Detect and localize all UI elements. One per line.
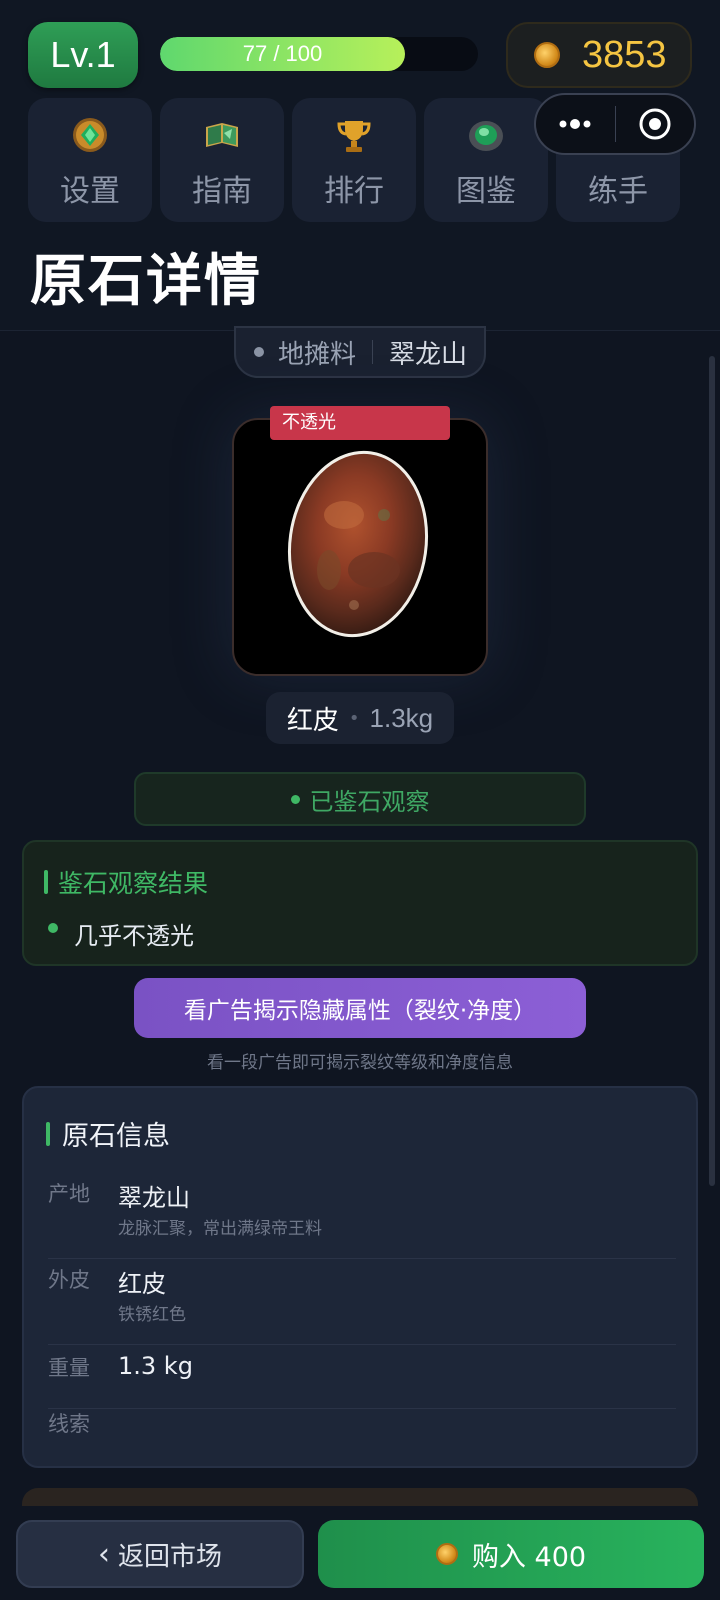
buy-button[interactable]: 购入 400	[318, 1520, 704, 1588]
buy-label: 购入 400	[471, 1541, 587, 1573]
nav-guide-label: 指南	[192, 174, 252, 209]
rough-stone-image	[287, 450, 429, 638]
nav-ranking-label: 排行	[324, 174, 384, 209]
nav-settings[interactable]: 设置	[28, 98, 152, 222]
coin-balance[interactable]: 3853	[506, 22, 692, 88]
ad-hint: 看一段广告即可揭示裂纹等级和净度信息	[207, 1053, 513, 1073]
row-divider	[48, 1258, 676, 1259]
more-dots-icon	[559, 119, 591, 129]
chip-dot-icon: •	[348, 707, 360, 729]
observed-label: 已鉴石观察	[309, 787, 430, 816]
origin-separator	[372, 340, 374, 364]
observation-result-card: 鉴石观察结果 几乎不透光	[22, 840, 698, 966]
trophy-icon	[333, 114, 375, 156]
status-dot-icon	[290, 794, 300, 804]
coin-icon	[534, 42, 560, 68]
more-menu-button[interactable]	[536, 95, 615, 153]
level-label: Lv.1	[50, 34, 116, 75]
info-row-weight: 重量 1.3 kg	[48, 1352, 676, 1416]
info-title: 原石信息	[62, 1121, 170, 1152]
target-close-icon	[639, 108, 671, 140]
info-desc: 铁锈红色	[118, 1305, 186, 1325]
skin-weight-chip: 红皮 • 1.3kg	[266, 692, 454, 744]
book-icon	[201, 114, 243, 156]
stone-category: 地摊料	[278, 339, 357, 370]
info-key: 产地	[48, 1182, 90, 1206]
opacity-tag: 不透光	[270, 406, 450, 440]
bullet-dot-icon	[48, 922, 58, 933]
title-accent-bar	[44, 870, 48, 894]
stone-info-card: 原石信息 产地 翠龙山 龙脉汇聚，常出满绿帝王料 外皮 红皮 铁锈红色 重量 1…	[22, 1086, 698, 1468]
info-value: 1.3 kg	[118, 1352, 193, 1380]
info-key: 外皮	[48, 1268, 90, 1292]
nav-ranking[interactable]: 排行	[292, 98, 416, 222]
info-desc: 龙脉汇聚，常出满绿帝王料	[118, 1219, 322, 1239]
jade-stone-icon	[465, 114, 507, 156]
back-label: 返回市场	[117, 1541, 222, 1572]
info-key: 线索	[48, 1412, 90, 1436]
observation-item: 几乎不透光	[74, 922, 194, 950]
origin-dot-icon	[254, 347, 264, 357]
stone-skin: 红皮	[286, 705, 339, 736]
origin-pill: 地摊料 翠龙山	[234, 326, 486, 378]
observation-title: 鉴石观察结果	[58, 869, 209, 898]
title-accent-bar	[46, 1121, 50, 1146]
watch-ad-label: 看广告揭示隐藏属性（裂纹·净度）	[183, 998, 537, 1024]
close-mini-program-button[interactable]	[616, 95, 695, 153]
coin-icon	[435, 1543, 458, 1565]
list-item: 几乎不透光	[48, 916, 194, 951]
info-value: 翠龙山	[118, 1184, 190, 1212]
nav-collection-label: 图鉴	[456, 174, 516, 209]
nav-guide[interactable]: 指南	[160, 98, 284, 222]
observation-title-row: 鉴石观察结果	[44, 864, 208, 900]
page-title: 原石详情	[30, 249, 262, 314]
mini-program-capsule	[534, 93, 696, 155]
gem-medallion-icon	[69, 114, 111, 156]
info-row-origin: 产地 翠龙山 龙脉汇聚，常出满绿帝王料	[48, 1178, 676, 1266]
info-row-clue: 线索	[48, 1408, 676, 1448]
nav-settings-label: 设置	[60, 174, 120, 209]
back-to-market-button[interactable]: ‹ 返回市场	[16, 1520, 304, 1588]
info-title-row: 原石信息	[46, 1114, 170, 1153]
info-row-skin: 外皮 红皮 铁锈红色	[48, 1264, 676, 1352]
stone-weight: 1.3kg	[369, 702, 434, 733]
watch-ad-button[interactable]: 看广告揭示隐藏属性（裂纹·净度）	[134, 978, 586, 1038]
nav-practice-label: 练手	[588, 174, 648, 209]
row-divider	[48, 1344, 676, 1345]
observed-status: 已鉴石观察	[134, 772, 586, 826]
chevron-left-icon: ‹	[97, 1536, 110, 1572]
xp-text: 77 / 100	[242, 41, 323, 66]
stone-image[interactable]	[232, 418, 488, 676]
nav-collection[interactable]: 图鉴	[424, 98, 548, 222]
level-badge[interactable]: Lv.1	[28, 22, 138, 88]
info-value: 红皮	[118, 1270, 166, 1298]
stone-origin: 翠龙山	[389, 339, 468, 370]
info-key: 重量	[48, 1356, 90, 1380]
coin-amount: 3853	[582, 33, 667, 76]
xp-progress-bar: 77 / 100	[160, 37, 478, 71]
